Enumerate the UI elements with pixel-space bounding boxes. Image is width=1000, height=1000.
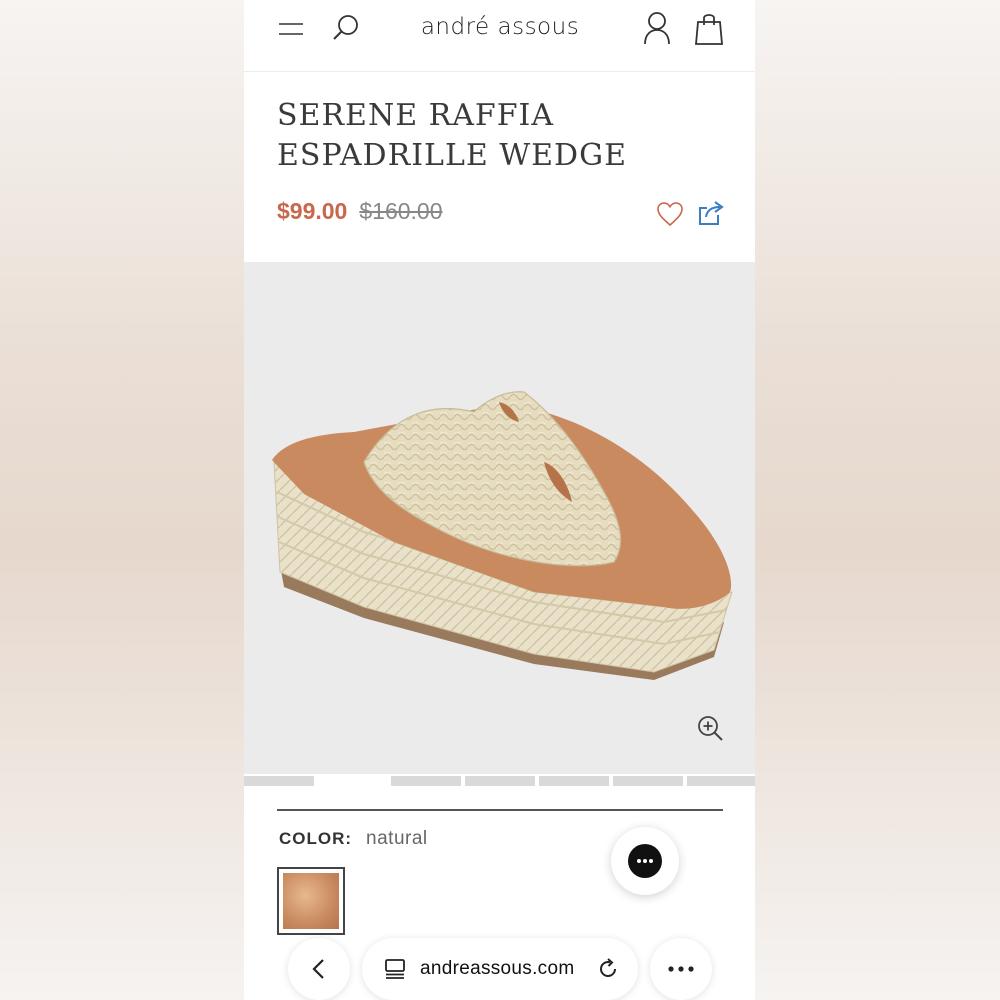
color-option-row: COLOR: natural [279, 828, 428, 850]
chat-button[interactable] [611, 827, 679, 895]
sale-price: $99.00 [277, 198, 348, 224]
swatch-image [283, 873, 339, 929]
phone-screen: andré assous SERENE RAFFIA ESPADRILLE WE… [244, 0, 755, 1000]
product-title-line-1: SERENE RAFFIA [277, 98, 555, 133]
heart-icon[interactable] [654, 198, 686, 230]
color-value: natural [366, 828, 428, 849]
carousel-dot[interactable] [391, 776, 461, 786]
site-header: andré assous [244, 0, 755, 72]
image-carousel-indicator [244, 776, 755, 786]
product-title: SERENE RAFFIA ESPADRILLE WEDGE [277, 96, 717, 176]
zoom-in-icon[interactable] [694, 712, 726, 744]
espadrille-wedge-illustration [272, 391, 733, 680]
brand-logo[interactable]: andré assous [394, 14, 606, 40]
price-row: $99.00 $160.00 [277, 198, 443, 225]
carousel-dot[interactable] [539, 776, 609, 786]
back-button[interactable] [288, 938, 350, 1000]
tabs-icon[interactable] [384, 958, 406, 980]
browser-toolbar: andreassous.com [244, 938, 755, 1000]
carousel-dot[interactable] [465, 776, 535, 786]
color-label: COLOR: [279, 829, 353, 848]
url-text: andreassous.com [420, 958, 575, 979]
carousel-dot-active[interactable] [318, 776, 388, 786]
share-icon[interactable] [695, 197, 727, 229]
background-blur-right [755, 0, 1000, 1000]
original-price: $160.00 [359, 198, 443, 224]
address-bar[interactable]: andreassous.com [362, 938, 638, 1000]
product-image[interactable] [244, 262, 755, 774]
shopping-bag-icon[interactable] [692, 10, 726, 46]
reload-icon[interactable] [596, 957, 620, 981]
background-blur-left [0, 0, 244, 1000]
more-button[interactable] [650, 938, 712, 1000]
user-icon[interactable] [640, 10, 674, 46]
chevron-left-icon [312, 959, 324, 979]
chat-bubble-icon [628, 844, 662, 878]
product-title-line-2: ESPADRILLE WEDGE [277, 138, 627, 173]
section-divider [277, 809, 723, 811]
carousel-dot[interactable] [687, 776, 755, 786]
color-swatch-natural[interactable] [277, 867, 345, 935]
search-icon[interactable] [330, 12, 362, 44]
carousel-dot[interactable] [613, 776, 683, 786]
carousel-dot[interactable] [244, 776, 314, 786]
more-icon [668, 966, 694, 972]
menu-icon[interactable] [276, 14, 306, 44]
